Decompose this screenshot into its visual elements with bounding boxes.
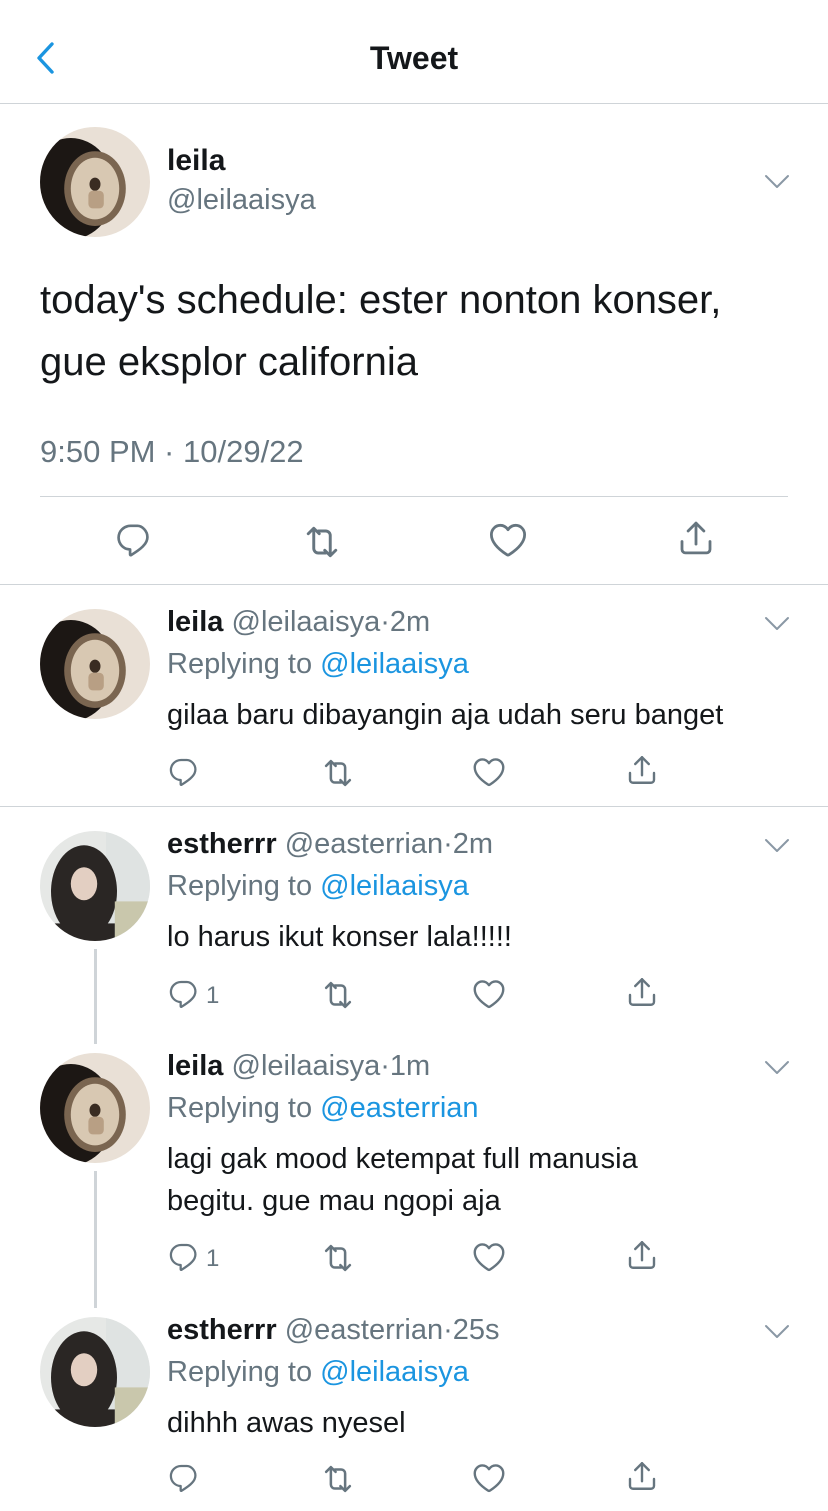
tweet-text-line-2: gue eksplor california: [40, 340, 418, 384]
retweet-icon[interactable]: [319, 1460, 357, 1498]
reply-text: lagi gak mood ketempat full manusia: [167, 1143, 638, 1175]
reply-time: 25s: [452, 1314, 500, 1346]
comment-icon[interactable]: [114, 520, 154, 560]
thread-line: [94, 949, 97, 1044]
dot-separator: ·: [443, 828, 453, 860]
reply-count: 1: [206, 982, 220, 1009]
replying-to-line: Replying to @leilaaisya: [167, 870, 469, 903]
reply-count: 1: [206, 1245, 220, 1272]
retweet-icon[interactable]: [319, 754, 357, 792]
chevron-down-icon[interactable]: [762, 836, 792, 856]
page-title: Tweet: [369, 40, 459, 76]
chevron-down-icon[interactable]: [762, 1322, 792, 1342]
author-handle[interactable]: @leilaaisya: [232, 1050, 381, 1082]
share-icon[interactable]: [624, 1458, 660, 1494]
thread-line: [94, 1171, 97, 1308]
author-name[interactable]: leila: [167, 606, 223, 638]
avatar[interactable]: [40, 831, 150, 941]
replying-to-line: Replying to @leilaaisya: [167, 1356, 469, 1389]
comment-icon[interactable]: [167, 1461, 201, 1495]
replying-to-link[interactable]: @leilaaisya: [320, 648, 469, 680]
reply-time: 2m: [452, 828, 494, 860]
comment-icon[interactable]: [167, 755, 201, 789]
chevron-down-icon[interactable]: [762, 1058, 792, 1078]
reply-time: 1m: [389, 1050, 431, 1082]
author-name[interactable]: leila: [167, 144, 225, 178]
chevron-down-icon[interactable]: [762, 614, 792, 634]
author-handle[interactable]: @easterrian: [285, 828, 443, 860]
divider: [0, 584, 828, 585]
reply-text: gilaa baru dibayangin aja udah seru bang…: [167, 699, 724, 731]
comment-icon[interactable]: [167, 977, 201, 1011]
replying-to-label: Replying to: [167, 648, 313, 680]
reply-header: estherrr @easterrian·2m: [167, 828, 493, 861]
share-icon[interactable]: [624, 752, 660, 788]
reply-text: dihhh awas nyesel: [167, 1407, 406, 1439]
divider: [40, 496, 788, 497]
retweet-icon[interactable]: [319, 1239, 357, 1277]
heart-icon[interactable]: [471, 976, 507, 1012]
dot-separator: ·: [443, 1314, 453, 1346]
tweet-timestamp[interactable]: 9:50 PM · 10/29/22: [40, 434, 304, 470]
author-handle[interactable]: @easterrian: [285, 1314, 443, 1346]
author-name[interactable]: estherrr: [167, 1314, 277, 1346]
replying-to-link[interactable]: @easterrian: [320, 1092, 478, 1124]
reply-header: estherrr @easterrian·25s: [167, 1314, 500, 1347]
replying-to-label: Replying to: [167, 1092, 313, 1124]
reply-time: 2m: [389, 606, 431, 638]
replying-to-line: Replying to @leilaaisya: [167, 648, 469, 681]
avatar[interactable]: [40, 609, 150, 719]
author-handle[interactable]: @leilaaisya: [167, 184, 316, 217]
tweet-text: today's schedule: ester nonton konser,: [40, 278, 722, 322]
avatar[interactable]: [40, 1317, 150, 1427]
heart-icon[interactable]: [471, 754, 507, 790]
replying-to-link[interactable]: @leilaaisya: [320, 870, 469, 902]
replying-to-label: Replying to: [167, 870, 313, 902]
avatar[interactable]: [40, 127, 150, 237]
comment-icon[interactable]: [167, 1240, 201, 1274]
author-name[interactable]: leila: [167, 1050, 223, 1082]
divider: [0, 806, 828, 807]
reply-text: lo harus ikut konser lala!!!!!: [167, 921, 512, 953]
reply-text-line-2: begitu. gue mau ngopi aja: [167, 1185, 501, 1217]
avatar[interactable]: [40, 1053, 150, 1163]
share-icon[interactable]: [624, 1237, 660, 1273]
replying-to-link[interactable]: @leilaaisya: [320, 1356, 469, 1388]
top-bar: Tweet: [0, 0, 828, 104]
author-handle[interactable]: @leilaaisya: [232, 606, 381, 638]
chevron-down-icon[interactable]: [762, 172, 792, 192]
heart-icon[interactable]: [471, 1239, 507, 1275]
retweet-icon[interactable]: [319, 976, 357, 1014]
replying-to-line: Replying to @easterrian: [167, 1092, 479, 1125]
share-icon[interactable]: [624, 974, 660, 1010]
heart-icon[interactable]: [471, 1460, 507, 1496]
dot-separator: ·: [380, 1050, 390, 1082]
replying-to-label: Replying to: [167, 1356, 313, 1388]
reply-header: leila @leilaaisya·1m: [167, 1050, 430, 1083]
dot-separator: ·: [380, 606, 390, 638]
heart-icon[interactable]: [487, 519, 529, 561]
share-icon[interactable]: [675, 517, 717, 559]
author-name[interactable]: estherrr: [167, 828, 277, 860]
reply-header: leila @leilaaisya·2m: [167, 606, 430, 639]
retweet-icon[interactable]: [300, 520, 344, 564]
